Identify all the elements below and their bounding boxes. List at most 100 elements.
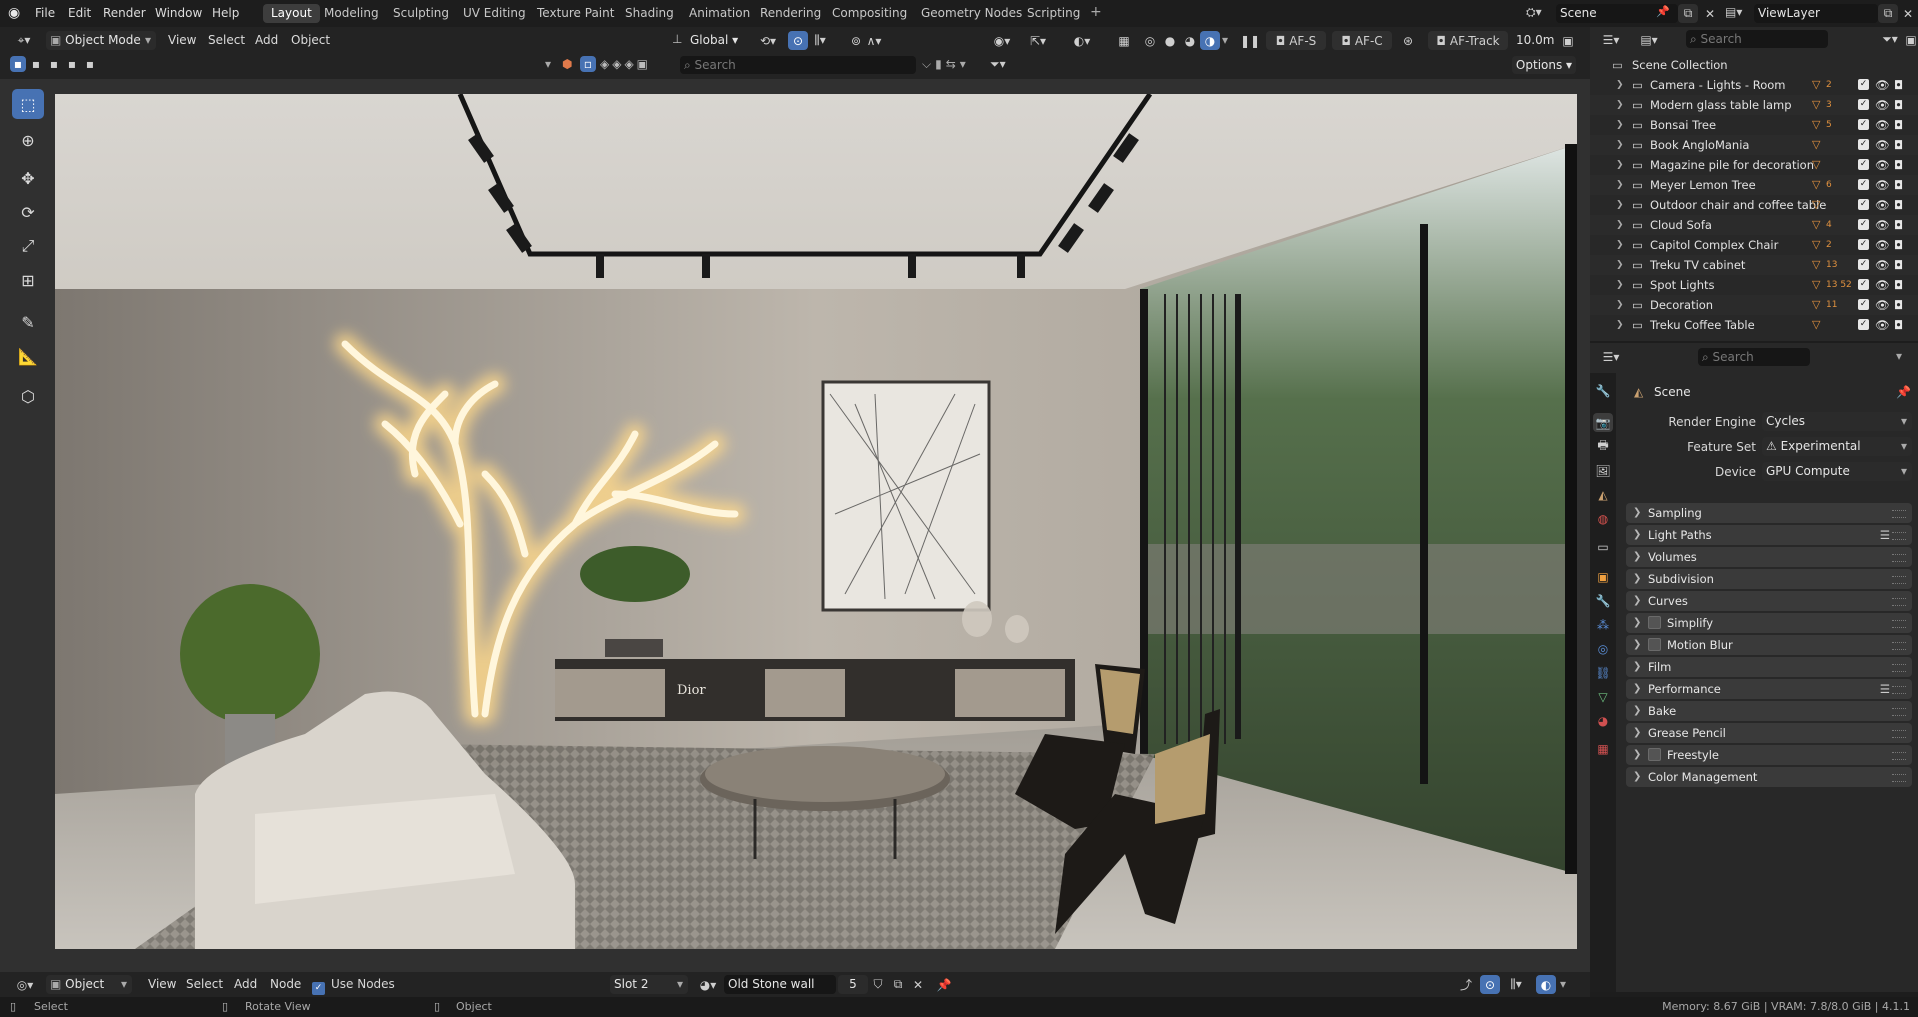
panel-sampling[interactable]: ❯ Sampling xyxy=(1626,503,1912,523)
presets-list-icon[interactable]: ☰ xyxy=(1880,525,1890,545)
pin-icon[interactable]: 📌 xyxy=(1896,385,1911,399)
modifier-tab-icon[interactable]: 🔧 xyxy=(1593,591,1613,610)
drag-handle-icon[interactable] xyxy=(1892,576,1906,584)
focus-distance[interactable]: 10.0m xyxy=(1516,33,1554,47)
pause-render-icon[interactable]: ❚❚ xyxy=(1240,31,1260,50)
proportional-edit-icon[interactable]: ⊚ xyxy=(846,31,866,50)
panel-curves[interactable]: ❯ Curves xyxy=(1626,591,1912,611)
exclude-checkbox[interactable]: ✓ xyxy=(1858,179,1869,190)
cursor-tool-icon[interactable]: ⊕ xyxy=(12,125,44,155)
eye-icon[interactable]: 👁 xyxy=(1875,235,1890,255)
render-engine-dropdown[interactable]: Cycles ▾ xyxy=(1762,412,1912,431)
panel-film[interactable]: ❯ Film xyxy=(1626,657,1912,677)
scene-selector-icon[interactable]: ⛭▾ xyxy=(1526,5,1542,20)
outliner-row[interactable]: ❯ ▭ Modern glass table lamp ▽ 3 ✓ 👁 ◘ xyxy=(1590,95,1918,115)
select-intersect-icon[interactable]: ▪ xyxy=(82,56,98,72)
eye-icon[interactable]: 👁 xyxy=(1875,295,1890,315)
expand-chevron-icon[interactable]: ❯ xyxy=(1616,235,1624,255)
eye-icon[interactable]: 👁 xyxy=(1875,75,1890,95)
exclude-checkbox[interactable]: ✓ xyxy=(1858,259,1869,270)
view-layer-field[interactable]: ViewLayer xyxy=(1754,4,1878,23)
eye-icon[interactable]: 👁 xyxy=(1875,95,1890,115)
select-extend-icon[interactable]: ▪ xyxy=(28,56,44,72)
outliner-editor-type-icon[interactable]: ☰▾ xyxy=(1596,30,1626,49)
render-camera-icon[interactable]: ◘ xyxy=(1894,295,1903,315)
drag-handle-icon[interactable] xyxy=(1892,686,1906,694)
outliner-filter-icon[interactable]: ⏷▾ xyxy=(1876,30,1904,49)
properties-search-input[interactable]: ⌕ Search xyxy=(1698,348,1810,366)
add-cube-tool-icon[interactable]: ⬡ xyxy=(12,381,44,411)
scale-tool-icon[interactable]: ⤢ xyxy=(12,231,44,261)
render-camera-icon[interactable]: ◘ xyxy=(1894,155,1903,175)
material-slot-icon[interactable]: ⬢ xyxy=(562,57,572,71)
expand-chevron-icon[interactable]: ❯ xyxy=(1616,315,1624,335)
outliner-row[interactable]: ❯ ▭ Decoration ▽ 11 ✓ 👁 ◘ xyxy=(1590,295,1918,315)
overlay-icon[interactable]: ◐ xyxy=(1536,975,1556,994)
material-name-field[interactable]: Old Stone wall xyxy=(724,975,836,994)
tab-sculpting[interactable]: Sculpting xyxy=(385,4,457,23)
expand-chevron-icon[interactable]: ❯ xyxy=(1616,155,1624,175)
blender-logo-icon[interactable]: ◉ xyxy=(8,5,20,21)
chevron-down-icon[interactable]: ▾ xyxy=(1896,349,1902,363)
camera-view-icon[interactable]: ▣ xyxy=(1558,31,1578,50)
texture-tab-icon[interactable]: ▦ xyxy=(1593,739,1613,758)
expand-chevron-icon[interactable]: ❯ xyxy=(1616,295,1624,315)
expand-chevron-icon[interactable]: ❯ xyxy=(1616,215,1624,235)
panel-performance[interactable]: ❯ Performance ☰ xyxy=(1626,679,1912,699)
parent-node-tree-icon[interactable]: ⤴ xyxy=(1456,975,1476,994)
move-tool-icon[interactable]: ✥ xyxy=(12,163,44,193)
exclude-checkbox[interactable]: ✓ xyxy=(1858,119,1869,130)
delete-view-layer-icon[interactable]: ✕ xyxy=(1898,4,1918,23)
snap-icon[interactable]: ⊙ xyxy=(1480,975,1500,994)
transform-tool-icon[interactable]: ⊞ xyxy=(12,265,44,295)
new-collection-icon[interactable]: ▣ xyxy=(1904,30,1918,49)
eye-icon[interactable]: 👁 xyxy=(1875,215,1890,235)
af-c-button[interactable]: ◘ AF-C xyxy=(1332,31,1392,50)
device-dropdown[interactable]: GPU Compute ▾ xyxy=(1762,462,1912,481)
tool-tab-icon[interactable]: 🔧 xyxy=(1593,381,1613,400)
outliner-row[interactable]: ❯ ▭ Bonsai Tree ▽ 5 ✓ 👁 ◘ xyxy=(1590,115,1918,135)
shader-menu-select[interactable]: Select xyxy=(186,977,223,991)
panel-volumes[interactable]: ❯ Volumes xyxy=(1626,547,1912,567)
expand-chevron-icon[interactable]: ❯ xyxy=(1616,75,1624,95)
filter-type-icons[interactable]: ◈◈◈▣ xyxy=(600,57,651,71)
render-camera-icon[interactable]: ◘ xyxy=(1894,215,1903,235)
snap-icon[interactable]: ⊙ xyxy=(788,31,808,50)
chevron-down-icon[interactable]: ▾ xyxy=(1560,977,1566,991)
data-tab-icon[interactable]: ▽ xyxy=(1593,687,1613,706)
outliner-row[interactable]: ❯ ▭ Cloud Sofa ▽ 4 ✓ 👁 ◘ xyxy=(1590,215,1918,235)
drag-handle-icon[interactable] xyxy=(1892,554,1906,562)
gizmo-icon[interactable]: ⇱▾ xyxy=(1024,31,1052,50)
expand-chevron-icon[interactable]: ❯ xyxy=(1616,135,1624,155)
particles-tab-icon[interactable]: ⁂ xyxy=(1593,615,1613,634)
exclude-checkbox[interactable]: ✓ xyxy=(1858,199,1869,210)
panel-simplify[interactable]: ❯ Simplify xyxy=(1626,613,1912,633)
shader-object-dropdown[interactable]: ▣ Object ▾ xyxy=(46,975,132,994)
outliner-search-input[interactable]: ⌕ Search xyxy=(1686,30,1828,48)
wireframe-shading-icon[interactable]: ◎ xyxy=(1140,31,1160,50)
drag-handle-icon[interactable] xyxy=(1892,730,1906,738)
panel-subdivision[interactable]: ❯ Subdivision xyxy=(1626,569,1912,589)
tab-animation[interactable]: Animation xyxy=(681,4,758,23)
expand-chevron-icon[interactable]: ❯ xyxy=(1616,255,1624,275)
panel-enable-checkbox[interactable] xyxy=(1648,638,1661,651)
shader-menu-add[interactable]: Add xyxy=(234,977,257,991)
filter-object-icon[interactable]: ▫ xyxy=(580,56,596,72)
render-camera-icon[interactable]: ◘ xyxy=(1894,235,1903,255)
unlink-material-icon[interactable]: ✕ xyxy=(908,975,928,994)
world-tab-icon[interactable]: ◍ xyxy=(1593,509,1613,528)
eye-icon[interactable]: 👁 xyxy=(1875,175,1890,195)
tab-texture-paint[interactable]: Texture Paint xyxy=(529,4,622,23)
outliner-row[interactable]: ❯ ▭ Spot Lights ▽ 13 52 ✓ 👁 ◘ xyxy=(1590,275,1918,295)
outliner-row[interactable]: ❯ ▭ Capitol Complex Chair ▽ 2 ✓ 👁 ◘ xyxy=(1590,235,1918,255)
presets-list-icon[interactable]: ☰ xyxy=(1880,679,1890,699)
drag-handle-icon[interactable] xyxy=(1892,774,1906,782)
tab-compositing[interactable]: Compositing xyxy=(824,4,915,23)
add-workspace-icon[interactable]: + xyxy=(1090,4,1102,20)
filter-toggle-icon[interactable]: ▾ xyxy=(545,57,551,71)
outliner-row[interactable]: ❯ ▭ Treku TV cabinet ▽ 13 ✓ 👁 ◘ xyxy=(1590,255,1918,275)
expand-chevron-icon[interactable]: ❯ xyxy=(1616,175,1624,195)
exclude-checkbox[interactable]: ✓ xyxy=(1858,299,1869,310)
rotate-tool-icon[interactable]: ⟳ xyxy=(12,197,44,227)
exclude-checkbox[interactable]: ✓ xyxy=(1858,279,1869,290)
